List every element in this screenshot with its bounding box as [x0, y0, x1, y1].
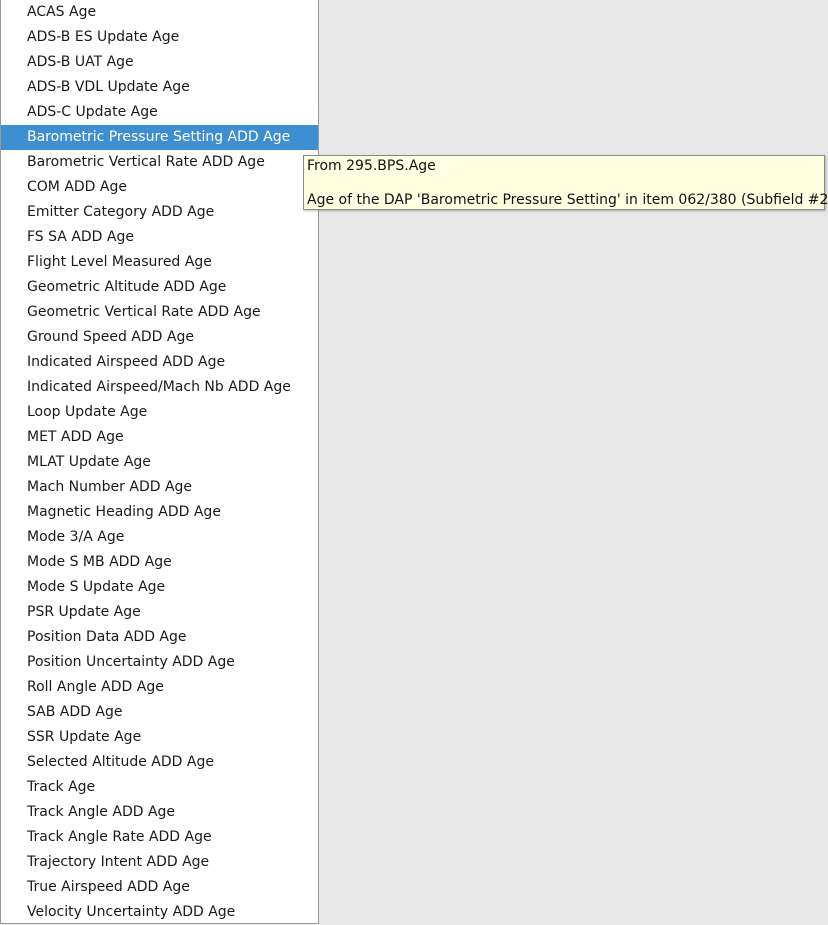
menu-item[interactable]: Track Angle ADD Age — [1, 800, 318, 825]
dropdown-menu: ACAS Age ADS-B ES Update Age ADS-B UAT Age… — [0, 0, 319, 924]
menu-item[interactable]: SAB ADD Age — [1, 700, 318, 725]
menu-item[interactable]: Indicated Airspeed ADD Age — [1, 350, 318, 375]
menu-item[interactable]: Velocity Uncertainty ADD Age — [1, 900, 318, 923]
menu-item[interactable]: PSR Update Age — [1, 600, 318, 625]
menu-item[interactable]: ADS-B VDL Update Age — [1, 75, 318, 100]
menu-item[interactable]: Roll Angle ADD Age — [1, 675, 318, 700]
menu-item[interactable]: Selected Altitude ADD Age — [1, 750, 318, 775]
menu-item[interactable]: Position Data ADD Age — [1, 625, 318, 650]
tooltip-spacer — [307, 175, 821, 192]
menu-item[interactable]: Position Uncertainty ADD Age — [1, 650, 318, 675]
menu-item[interactable]: SSR Update Age — [1, 725, 318, 750]
menu-item[interactable]: Geometric Vertical Rate ADD Age — [1, 300, 318, 325]
menu-item[interactable]: FS SA ADD Age — [1, 225, 318, 250]
menu-item[interactable]: True Airspeed ADD Age — [1, 875, 318, 900]
menu-item[interactable]: Track Angle Rate ADD Age — [1, 825, 318, 850]
tooltip-source: From 295.BPS.Age — [307, 158, 436, 174]
menu-item[interactable]: Flight Level Measured Age — [1, 250, 318, 275]
menu-item[interactable]: Mach Number ADD Age — [1, 475, 318, 500]
menu-item[interactable]: Emitter Category ADD Age — [1, 200, 318, 225]
menu-item[interactable]: ACAS Age — [1, 0, 318, 25]
menu-item[interactable]: Trajectory Intent ADD Age — [1, 850, 318, 875]
menu-item[interactable]: ADS-B UAT Age — [1, 50, 318, 75]
menu-item[interactable]: Mode S Update Age — [1, 575, 318, 600]
menu-item[interactable]: MLAT Update Age — [1, 450, 318, 475]
menu-item[interactable]: ADS-B ES Update Age — [1, 25, 318, 50]
menu-item[interactable]: Loop Update Age — [1, 400, 318, 425]
menu-item[interactable]: Geometric Altitude ADD Age — [1, 275, 318, 300]
menu-item[interactable]: Barometric Pressure Setting ADD Age — [1, 125, 318, 150]
menu-item[interactable]: Ground Speed ADD Age — [1, 325, 318, 350]
tooltip-description: Age of the DAP 'Barometric Pressure Sett… — [307, 192, 828, 208]
menu-item[interactable]: Indicated Airspeed/Mach Nb ADD Age — [1, 375, 318, 400]
menu-item[interactable]: COM ADD Age — [1, 175, 318, 200]
menu-item[interactable]: Mode 3/A Age — [1, 525, 318, 550]
menu-item[interactable]: MET ADD Age — [1, 425, 318, 450]
menu-item[interactable]: Magnetic Heading ADD Age — [1, 500, 318, 525]
menu-item[interactable]: Barometric Vertical Rate ADD Age — [1, 150, 318, 175]
tooltip: From 295.BPS.Age Age of the DAP 'Baromet… — [303, 155, 828, 210]
menu-item[interactable]: Mode S MB ADD Age — [1, 550, 318, 575]
menu-item[interactable]: ADS-C Update Age — [1, 100, 318, 125]
menu-item[interactable]: Track Age — [1, 775, 318, 800]
